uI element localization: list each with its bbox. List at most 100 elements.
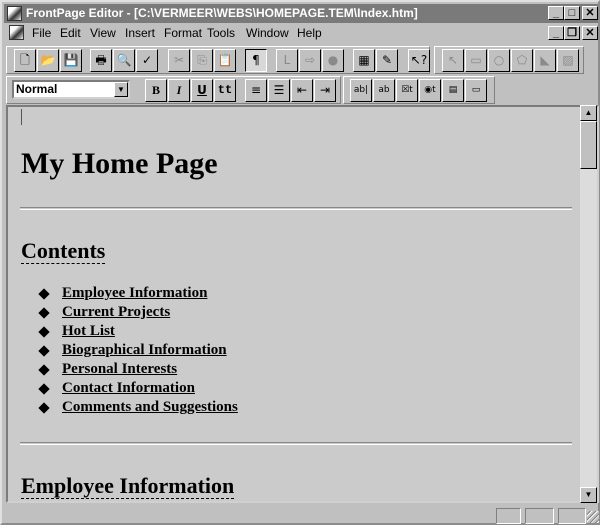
style-select-value: Normal	[16, 82, 58, 96]
section-heading: Employee Information	[21, 473, 235, 499]
scroll-up-button[interactable]: ▲	[580, 105, 597, 121]
cut-button[interactable]: ✂	[168, 49, 190, 72]
highlight-button[interactable]: ▨	[557, 49, 579, 72]
radio-button-button[interactable]: ◉t	[419, 79, 441, 102]
push-button-icon: ▭	[471, 85, 481, 95]
italic-button[interactable]: I	[168, 79, 190, 102]
new-icon: 🗋	[20, 53, 30, 67]
contents-link[interactable]: Comments and Suggestions	[62, 399, 238, 416]
copy-button[interactable]: ⎘	[191, 49, 213, 72]
help-icon: ↖?	[410, 53, 428, 67]
contents-link[interactable]: Employee Information	[62, 285, 207, 302]
doc-restore-button[interactable]: ❐	[564, 26, 580, 40]
decrease-indent-icon: ⇤	[296, 83, 308, 97]
text-box-button[interactable]: ab|	[350, 79, 372, 102]
doc-minimize-button[interactable]: _	[548, 26, 564, 40]
help-button[interactable]: ↖?	[408, 49, 430, 72]
resize-grip-icon[interactable]	[587, 511, 599, 523]
close-button[interactable]: ✕	[582, 6, 598, 20]
open-button[interactable]: 📂	[37, 49, 59, 72]
page-heading: My Home Page	[21, 147, 218, 180]
contents-link[interactable]: Biographical Information	[62, 342, 227, 359]
editor-area[interactable]: My Home Page Contents Employee Informati…	[6, 105, 599, 503]
new-button[interactable]: 🗋	[14, 49, 36, 72]
scrolling-text-box-button[interactable]: ab	[373, 79, 395, 102]
bulleted-list-button[interactable]: ☰	[268, 79, 290, 102]
hotspot-button[interactable]: ◣	[534, 49, 556, 72]
paste-button[interactable]: 📋	[214, 49, 236, 72]
scroll-thumb[interactable]	[580, 121, 597, 169]
text-caret	[21, 109, 22, 125]
open-icon: 📂	[40, 53, 56, 67]
forward-icon: ⇨	[304, 53, 316, 67]
contents-link[interactable]: Contact Information	[62, 380, 195, 397]
push-button-button[interactable]: ▭	[465, 79, 487, 102]
menu-edit[interactable]: Edit	[60, 26, 81, 40]
bold-button[interactable]: B	[145, 79, 167, 102]
print-button[interactable]: 🖶	[90, 49, 112, 72]
circle-button[interactable]: ○	[488, 49, 510, 72]
horizontal-rule	[20, 207, 572, 210]
print-preview-icon: 🔍	[116, 53, 132, 67]
contents-link[interactable]: Current Projects	[62, 304, 170, 321]
horizontal-rule	[20, 442, 572, 445]
contents-heading: Contents	[21, 238, 106, 264]
underline-button[interactable]: U	[191, 79, 213, 102]
to-do-button[interactable]: ✎	[376, 49, 398, 72]
numbered-list-button[interactable]: ≡	[245, 79, 267, 102]
stop-button[interactable]: ●	[322, 49, 344, 72]
status-bar	[4, 505, 599, 525]
drop-down-menu-icon: ▤	[448, 85, 458, 95]
document-icon[interactable]	[9, 25, 24, 40]
forward-button[interactable]: ⇨	[299, 49, 321, 72]
menu-help[interactable]: Help	[297, 26, 322, 40]
maximize-button[interactable]: □	[564, 6, 580, 20]
pointer-icon: ↖	[447, 53, 459, 67]
status-pane	[525, 508, 554, 524]
menu-insert[interactable]: Insert	[125, 26, 155, 40]
menu-format[interactable]: Format	[164, 26, 202, 40]
doc-close-button[interactable]: ✕	[582, 26, 598, 40]
save-icon: 💾	[63, 53, 79, 67]
vertical-scrollbar[interactable]: ▲ ▼	[580, 105, 597, 503]
scroll-down-button[interactable]: ▼	[580, 487, 597, 503]
drop-down-menu-button[interactable]: ▤	[442, 79, 464, 102]
cut-icon: ✂	[173, 53, 185, 67]
explorer-button[interactable]: ▦	[353, 49, 375, 72]
menu-view[interactable]: View	[90, 26, 116, 40]
menu-bar: File Edit View Insert Format Tools Windo…	[4, 24, 598, 43]
spelling-button[interactable]: ✓	[136, 49, 158, 72]
polygon-button[interactable]: ⬠	[511, 49, 533, 72]
numbered-list-icon: ≡	[250, 83, 262, 97]
rectangle-icon: ▭	[470, 53, 482, 67]
contents-link[interactable]: Hot List	[62, 323, 115, 340]
bullet-icon	[38, 402, 50, 414]
show-paragraph-marks-button[interactable]: ¶	[245, 49, 267, 72]
typewriter-icon: tt	[217, 83, 233, 97]
bullet-icon	[38, 307, 50, 319]
checkbox-icon: ☒t	[401, 85, 413, 95]
increase-indent-button[interactable]: ⇥	[314, 79, 336, 102]
style-select[interactable]: Normal ▼	[12, 80, 130, 99]
contents-link[interactable]: Personal Interests	[62, 361, 177, 378]
frontpage-icon[interactable]	[7, 6, 22, 21]
menu-tools[interactable]: Tools	[207, 26, 235, 40]
underline-icon: U	[197, 83, 207, 97]
link-button[interactable]: L	[276, 49, 298, 72]
typewriter-button[interactable]: tt	[214, 79, 236, 102]
decrease-indent-button[interactable]: ⇤	[291, 79, 313, 102]
print-preview-button[interactable]: 🔍	[113, 49, 135, 72]
stop-icon: ●	[327, 53, 339, 67]
bulleted-list-icon: ☰	[273, 83, 285, 97]
menu-file[interactable]: File	[32, 26, 51, 40]
save-button[interactable]: 💾	[60, 49, 82, 72]
status-pane	[558, 508, 586, 524]
chevron-down-icon[interactable]: ▼	[114, 82, 128, 97]
rectangle-button[interactable]: ▭	[465, 49, 487, 72]
menu-window[interactable]: Window	[246, 26, 289, 40]
hotspot-icon: ◣	[540, 53, 550, 67]
status-pane	[496, 508, 521, 524]
pointer-button[interactable]: ↖	[442, 49, 464, 72]
checkbox-button[interactable]: ☒t	[396, 79, 418, 102]
minimize-button[interactable]: _	[548, 6, 564, 20]
